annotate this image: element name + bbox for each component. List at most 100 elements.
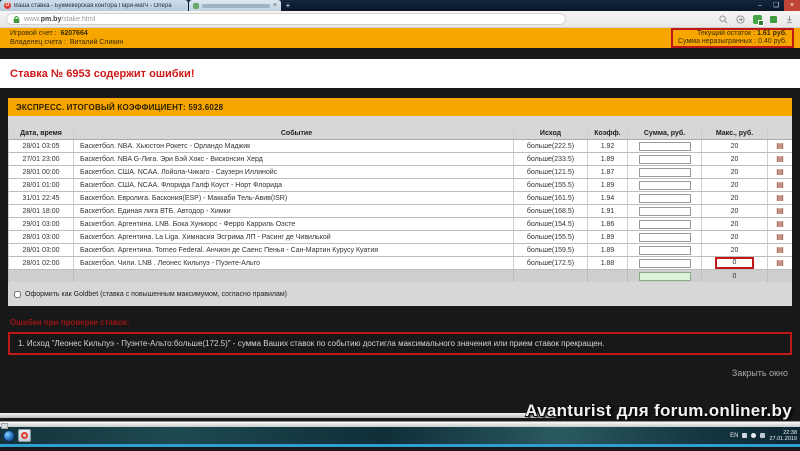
minimize-button[interactable]: – xyxy=(752,0,768,11)
sum-input[interactable] xyxy=(638,219,691,229)
taskbar-opera-icon[interactable] xyxy=(18,429,31,442)
event-stats-icon[interactable]: ▤ xyxy=(776,246,784,254)
new-tab-button[interactable]: + xyxy=(281,0,295,11)
balance-value: 1.61 руб. xyxy=(757,30,787,37)
row-outcome: больше(155.5) xyxy=(514,179,588,191)
row-date: 28/01 00:00 xyxy=(8,166,74,178)
goldbet-checkbox[interactable] xyxy=(14,291,21,298)
table-total-row: 0 xyxy=(8,270,792,282)
browser-tab-inactive[interactable]: × xyxy=(189,0,281,11)
balance-label: Текущий остаток : xyxy=(696,30,756,37)
browser-tab-active[interactable]: O Ваша ставка - Букмекерская контора Пар… xyxy=(0,0,188,11)
row-coeff: 1.89 xyxy=(588,153,628,165)
event-stats-icon[interactable]: ▤ xyxy=(776,233,784,241)
row-coeff: 1.89 xyxy=(588,179,628,191)
tab-close-icon[interactable]: × xyxy=(273,2,277,9)
plugin-icon[interactable] xyxy=(770,15,777,23)
clock-date: 27.01.2019 xyxy=(769,435,797,442)
spacer xyxy=(0,48,800,59)
row-outcome: больше(121.5) xyxy=(514,166,588,178)
watermark-text: Avanturist для forum.onliner.by xyxy=(525,401,792,420)
sum-input[interactable] xyxy=(638,154,691,164)
url-text: www.pm.by/stake.html xyxy=(24,15,96,23)
errors-section: Ошибки при проверке ставок: 1. Исход "Ле… xyxy=(0,306,800,403)
close-button[interactable]: × xyxy=(784,0,800,11)
sum-input[interactable] xyxy=(638,193,691,203)
row-outcome: больше(161.5) xyxy=(514,192,588,204)
row-event: Баскетбол. США. NCAA. Лойола-Чикаго - Са… xyxy=(74,166,514,178)
row-coeff: 1.92 xyxy=(588,140,628,152)
taskbar-bottom-line xyxy=(0,444,800,447)
search-icon[interactable] xyxy=(719,14,728,24)
row-event: Баскетбол. Чили. LNB . Леонес Кильпуэ - … xyxy=(74,257,514,269)
row-date: 28/01 03:05 xyxy=(8,140,74,152)
row-outcome: больше(172.5) xyxy=(514,257,588,269)
goldbet-label: Оформить как Goldbet (ставка с повышенны… xyxy=(25,291,287,298)
table-header-row: Дата, время Событие Исход Коэфф. Сумма, … xyxy=(8,127,792,140)
max-value: 0 xyxy=(714,257,755,269)
sum-input[interactable] xyxy=(638,180,691,190)
tray-volume-icon[interactable] xyxy=(760,433,766,438)
account-info: Игровой счет : 6207664 Владелец счета : … xyxy=(10,29,123,47)
sum-input[interactable] xyxy=(638,232,691,242)
bets-table: Дата, время Событие Исход Коэфф. Сумма, … xyxy=(8,127,792,282)
event-stats-icon[interactable]: ▤ xyxy=(776,168,784,176)
opera-icon: O xyxy=(4,2,11,9)
row-coeff: 1.94 xyxy=(588,192,628,204)
row-coeff: 1.88 xyxy=(588,257,628,269)
bet-error-strip: Ставка № 6953 содержит ошибки! xyxy=(0,59,800,88)
url-field[interactable]: www.pm.by/stake.html xyxy=(6,13,566,25)
tray-update-icon[interactable] xyxy=(751,433,757,438)
unplayed-value: 0.40 руб. xyxy=(758,38,787,45)
sum-input[interactable] xyxy=(638,258,691,268)
clock[interactable]: 22:38 27.01.2019 xyxy=(769,430,797,442)
event-stats-icon[interactable]: ▤ xyxy=(776,194,784,202)
errors-heading: Ошибки при проверке ставок: xyxy=(10,318,130,327)
sum-input[interactable] xyxy=(638,141,691,151)
table-row: 31/01 22:45 Баскетбол. Евролига. Баскони… xyxy=(8,192,792,205)
language-indicator[interactable]: EN xyxy=(730,433,738,439)
event-stats-icon[interactable]: ▤ xyxy=(776,155,784,163)
extension-icon[interactable] xyxy=(753,14,764,26)
sum-input[interactable] xyxy=(638,245,691,255)
row-date: 28/01 02:00 xyxy=(8,257,74,269)
account-header: Игровой счет : 6207664 Владелец счета : … xyxy=(0,28,800,48)
start-button[interactable] xyxy=(3,429,15,442)
error-message-box: 1. Исход "Леонес Кильпуэ - Пуэнте-Альто:… xyxy=(8,332,792,355)
browser-titlebar: O Ваша ставка - Букмекерская контора Пар… xyxy=(0,0,800,11)
total-max-value: 0 xyxy=(702,270,768,282)
event-stats-icon[interactable]: ▤ xyxy=(776,259,784,267)
table-row: 29/01 03:00 Баскетбол. Аргентина. LNB. Б… xyxy=(8,218,792,231)
share-icon[interactable] xyxy=(736,14,745,24)
max-value: 20 xyxy=(730,168,739,176)
background-window-edge xyxy=(0,413,556,418)
header-max: Макс., руб. xyxy=(702,127,768,139)
row-coeff: 1.87 xyxy=(588,166,628,178)
max-value: 20 xyxy=(730,155,739,163)
event-stats-icon[interactable]: ▤ xyxy=(776,142,784,150)
event-stats-icon[interactable]: ▤ xyxy=(776,181,784,189)
row-date: 28/01 01:00 xyxy=(8,179,74,191)
row-date: 28/01 03:00 xyxy=(8,244,74,256)
max-value: 20 xyxy=(730,142,739,150)
row-outcome: больше(154.5) xyxy=(514,218,588,230)
lock-icon xyxy=(13,15,20,23)
table-row: 28/01 18:00 Баскетбол. Единая лига ВТБ. … xyxy=(8,205,792,218)
download-icon[interactable] xyxy=(785,15,794,24)
total-sum-input[interactable] xyxy=(638,271,691,281)
row-date: 28/01 03:00 xyxy=(8,231,74,243)
close-window-link[interactable]: Закрыть окно xyxy=(0,368,800,378)
express-bar: ЭКСПРЕСС. ИТОГОВЫЙ КОЭФФИЦИЕНТ: 593.6028 xyxy=(8,98,792,116)
row-date: 27/01 23:00 xyxy=(8,153,74,165)
max-value: 20 xyxy=(730,207,739,215)
event-stats-icon[interactable]: ▤ xyxy=(776,207,784,215)
game-account-label: Игровой счет : xyxy=(10,30,57,37)
unplayed-label: Сумма неразыгранных : xyxy=(677,38,757,45)
sum-input[interactable] xyxy=(638,167,691,177)
table-row: 28/01 02:00 Баскетбол. Чили. LNB . Леоне… xyxy=(8,257,792,270)
sum-input[interactable] xyxy=(638,206,691,216)
goldbet-option[interactable]: Оформить как Goldbet (ставка с повышенны… xyxy=(8,291,792,298)
event-stats-icon[interactable]: ▤ xyxy=(776,220,784,228)
maximize-button[interactable]: ❏ xyxy=(768,0,784,11)
tray-network-icon[interactable] xyxy=(742,433,748,438)
